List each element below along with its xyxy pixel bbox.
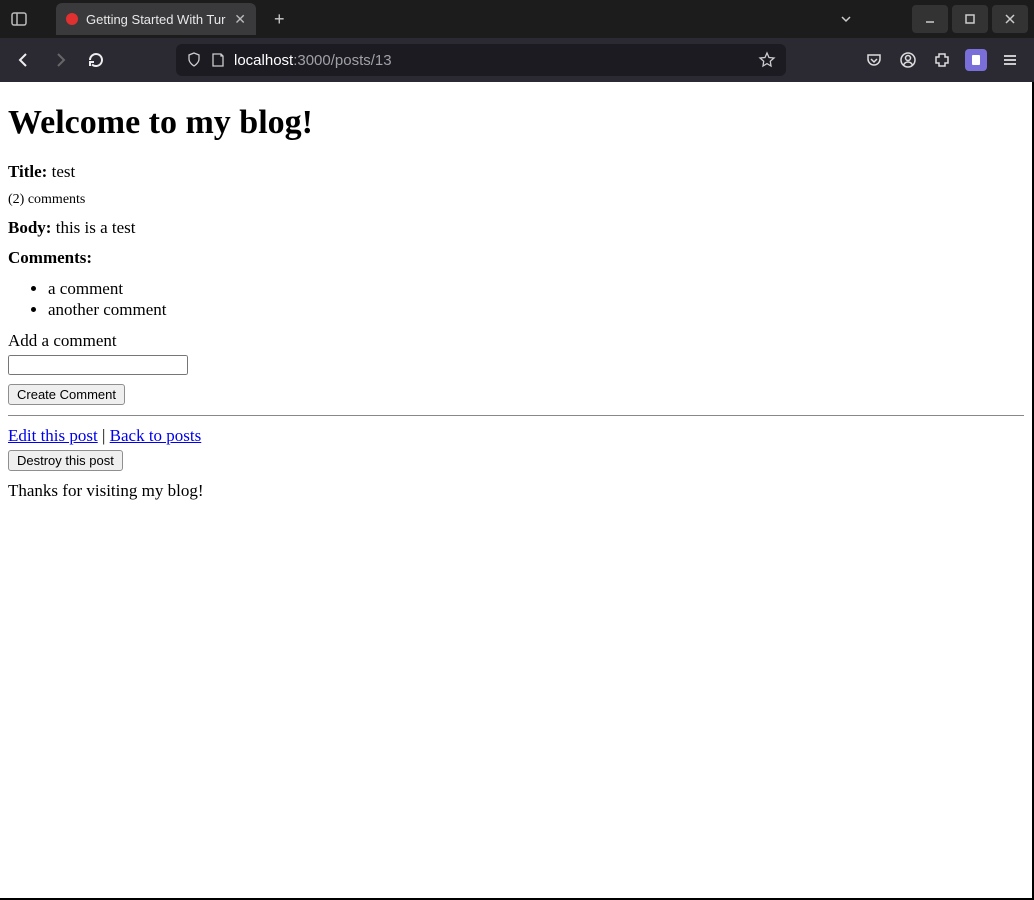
reload-button[interactable]: [80, 44, 112, 76]
tab-favicon-icon: [66, 13, 78, 25]
comments-heading-row: Comments:: [8, 248, 1024, 268]
post-actions-row: Edit this post | Back to posts: [8, 426, 1024, 446]
post-title-row: Title: test: [8, 162, 1024, 182]
forward-button[interactable]: [44, 44, 76, 76]
page-content: Welcome to my blog! Title: test (2) comm…: [0, 82, 1034, 900]
sidebar-panel-icon[interactable]: [6, 6, 32, 32]
url-bar[interactable]: localhost:3000/posts/13: [176, 44, 786, 76]
new-tab-button[interactable]: +: [274, 9, 285, 30]
edit-post-link[interactable]: Edit this post: [8, 426, 98, 445]
comments-label: Comments:: [8, 248, 92, 267]
url-path: :3000/posts/13: [293, 52, 391, 69]
add-comment-label: Add a comment: [8, 331, 1024, 351]
titlebar-right: [828, 5, 1028, 33]
toolbar-right: [858, 44, 1026, 76]
back-to-posts-link[interactable]: Back to posts: [110, 426, 202, 445]
body-label: Body:: [8, 218, 51, 237]
titlebar-left: Getting Started With Tur ✕ +: [6, 3, 285, 35]
extensions-icon[interactable]: [926, 44, 958, 76]
post-body-row: Body: this is a test: [8, 218, 1024, 238]
pocket-icon[interactable]: [858, 44, 890, 76]
title-value: test: [52, 162, 76, 181]
bookmark-star-icon[interactable]: [758, 51, 776, 69]
destroy-post-button[interactable]: Destroy this post: [8, 450, 123, 471]
comments-list: a comment another comment: [8, 278, 1024, 321]
body-value: this is a test: [56, 218, 136, 237]
tab-title: Getting Started With Tur: [86, 12, 226, 27]
list-item: another comment: [48, 299, 1024, 320]
browser-toolbar: localhost:3000/posts/13: [0, 38, 1034, 82]
account-icon[interactable]: [892, 44, 924, 76]
window-titlebar: Getting Started With Tur ✕ +: [0, 0, 1034, 38]
separator: |: [98, 426, 110, 445]
site-info-icon[interactable]: [210, 52, 226, 68]
create-comment-button[interactable]: Create Comment: [8, 384, 125, 405]
shield-icon[interactable]: [186, 52, 202, 68]
tab-close-icon[interactable]: ✕: [234, 11, 246, 28]
addon-icon[interactable]: [965, 49, 987, 71]
maximize-button[interactable]: [952, 5, 988, 33]
divider: [8, 415, 1024, 416]
list-item: a comment: [48, 278, 1024, 299]
page-heading: Welcome to my blog!: [8, 104, 1024, 142]
comments-count: (2) comments: [8, 192, 1024, 208]
tabs-dropdown-icon[interactable]: [828, 5, 864, 33]
title-label: Title:: [8, 162, 47, 181]
minimize-button[interactable]: [912, 5, 948, 33]
app-menu-icon[interactable]: [994, 44, 1026, 76]
url-text: localhost:3000/posts/13: [234, 52, 392, 69]
close-window-button[interactable]: [992, 5, 1028, 33]
url-host: localhost: [234, 52, 293, 69]
footer-text: Thanks for visiting my blog!: [8, 481, 1024, 501]
comment-input[interactable]: [8, 355, 188, 375]
back-button[interactable]: [8, 44, 40, 76]
browser-tab[interactable]: Getting Started With Tur ✕: [56, 3, 256, 35]
